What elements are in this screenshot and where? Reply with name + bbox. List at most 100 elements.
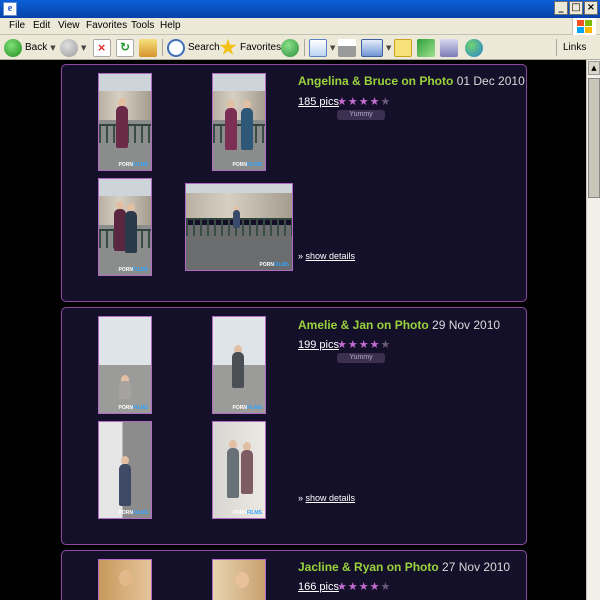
- rating-stars: ★ ★ ★ ★ ★: [337, 581, 390, 592]
- show-details-label[interactable]: show details: [306, 493, 356, 503]
- vertical-scrollbar[interactable]: ▲: [586, 60, 600, 600]
- pics-count-link[interactable]: 166 pics: [298, 581, 339, 593]
- star-icon: ★: [369, 95, 380, 108]
- gallery-thumbnail[interactable]: PORNFILMS: [98, 178, 152, 276]
- home-button[interactable]: [139, 38, 157, 57]
- search-label: Search: [188, 42, 220, 53]
- research-button[interactable]: [440, 38, 458, 57]
- links-button[interactable]: Links: [563, 38, 586, 57]
- pics-count-link[interactable]: 185 pics: [298, 96, 339, 108]
- gallery-thumbnail[interactable]: [98, 559, 152, 600]
- page-viewport: PORNFILMS PORNFILMS PORNFILMS PORNFILMS …: [0, 61, 586, 600]
- favorites-label: Favorites: [240, 42, 282, 53]
- toolbar-separator: [556, 39, 557, 56]
- chevron-down-icon[interactable]: ▼: [330, 44, 335, 52]
- history-icon: [281, 38, 299, 57]
- menu-favorites[interactable]: Favorites: [86, 20, 127, 31]
- title-bar: e _ □ ×: [0, 0, 600, 18]
- ie-app-icon[interactable]: e: [3, 2, 17, 16]
- mail-button[interactable]: ▼: [309, 38, 335, 57]
- double-chevron-down-icon: »: [298, 493, 304, 503]
- forward-button[interactable]: ▼: [60, 38, 86, 57]
- menu-view[interactable]: View: [58, 20, 80, 31]
- home-icon: [139, 38, 157, 57]
- star-icon: ★: [337, 338, 347, 351]
- note-icon: [394, 38, 412, 57]
- maximize-icon[interactable]: □: [569, 1, 583, 15]
- gallery-date: 01 Dec 2010: [456, 74, 525, 88]
- messenger-button[interactable]: [465, 38, 483, 57]
- gallery-title-text[interactable]: Angelina & Bruce on Photo: [298, 74, 453, 88]
- toolbar-separator: [304, 39, 305, 56]
- scroll-up-icon[interactable]: ▲: [588, 61, 600, 75]
- close-icon[interactable]: ×: [584, 1, 598, 15]
- menu-file[interactable]: File: [9, 20, 25, 31]
- menu-tools[interactable]: Tools: [131, 20, 154, 31]
- back-button[interactable]: Back ▼: [4, 38, 56, 57]
- edit-icon: [361, 38, 383, 57]
- gallery-date: 27 Nov 2010: [442, 560, 511, 574]
- gallery-thumbnail[interactable]: PORNFILMS: [98, 73, 152, 171]
- research-icon: [440, 38, 458, 57]
- gallery-title[interactable]: Amelie & Jan on Photo 29 Nov 2010: [298, 318, 500, 332]
- star-icon: ★: [358, 95, 369, 108]
- gallery-card: Jacline & Ryan on Photo 27 Nov 2010 166 …: [61, 550, 527, 600]
- icq-button[interactable]: [417, 38, 435, 57]
- gallery-thumbnail[interactable]: PORNFILMS: [212, 316, 266, 414]
- star-icon: [219, 38, 237, 55]
- star-icon: ★: [337, 580, 347, 593]
- stop-icon: ×: [93, 38, 111, 57]
- forward-arrow-icon: [60, 38, 78, 57]
- windows-logo-icon: [572, 18, 596, 35]
- gallery-card: PORNFILMS PORNFILMS PORNFILMS PORNFILMS …: [61, 64, 527, 302]
- print-icon: [338, 38, 356, 57]
- gallery-thumbnail[interactable]: PORNFILMS: [212, 73, 266, 171]
- toolbar: Back ▼ ▼ × ↻ Search Favorites ▼ ▼ Links: [0, 35, 600, 60]
- chevron-down-icon[interactable]: ▼: [386, 44, 391, 52]
- gallery-title-text[interactable]: Amelie & Jan on Photo: [298, 318, 429, 332]
- mail-icon: [309, 38, 327, 57]
- gallery-thumbnail[interactable]: PORNFILMS: [212, 421, 266, 519]
- minimize-icon[interactable]: _: [554, 1, 568, 15]
- plugin-icon: [417, 38, 435, 57]
- star-icon: ★: [347, 338, 358, 351]
- window-controls: _ □ ×: [554, 1, 598, 15]
- gallery-thumbnail[interactable]: PORNFILMS: [185, 183, 293, 271]
- refresh-button[interactable]: ↻: [116, 38, 134, 57]
- menu-help[interactable]: Help: [160, 20, 181, 31]
- star-icon: ★: [358, 580, 369, 593]
- star-icon: ★: [380, 580, 391, 593]
- history-button[interactable]: [281, 38, 299, 57]
- print-button[interactable]: [338, 38, 356, 57]
- chevron-down-icon[interactable]: ▼: [50, 44, 55, 52]
- stop-button[interactable]: ×: [93, 38, 111, 57]
- messenger-icon: [465, 38, 483, 57]
- gallery-thumbnail[interactable]: [212, 559, 266, 600]
- back-arrow-icon: [4, 38, 22, 57]
- gallery-thumbnail[interactable]: PORNFILMS: [98, 421, 152, 519]
- gallery-card: PORNFILMS PORNFILMS PORNFILMS PORNFILMS …: [61, 307, 527, 545]
- star-icon: ★: [380, 338, 391, 351]
- show-details-label[interactable]: show details: [306, 251, 356, 261]
- gallery-title-text[interactable]: Jacline & Ryan on Photo: [298, 560, 439, 574]
- refresh-icon: ↻: [116, 38, 134, 57]
- show-details-link[interactable]: » show details: [298, 251, 355, 261]
- gallery-title[interactable]: Angelina & Bruce on Photo 01 Dec 2010: [298, 74, 525, 88]
- discuss-button[interactable]: [394, 38, 412, 57]
- menu-edit[interactable]: Edit: [33, 20, 50, 31]
- gallery-title[interactable]: Jacline & Ryan on Photo 27 Nov 2010: [298, 560, 510, 574]
- rating-stars: ★ ★ ★ ★ ★: [337, 96, 390, 107]
- scroll-thumb[interactable]: [588, 78, 600, 198]
- back-label: Back: [25, 42, 48, 53]
- gallery-tag[interactable]: Yummy: [337, 110, 385, 120]
- chevron-down-icon[interactable]: ▼: [81, 44, 86, 52]
- gallery-tag[interactable]: Yummy: [337, 353, 385, 363]
- gallery-thumbnail[interactable]: PORNFILMS: [98, 316, 152, 414]
- edit-button[interactable]: ▼: [361, 38, 391, 57]
- favorites-button[interactable]: Favorites: [219, 38, 281, 57]
- search-button[interactable]: Search: [167, 38, 220, 57]
- pics-count-link[interactable]: 199 pics: [298, 339, 339, 351]
- show-details-link[interactable]: » show details: [298, 493, 355, 503]
- star-icon: ★: [358, 338, 369, 351]
- star-icon: ★: [347, 580, 358, 593]
